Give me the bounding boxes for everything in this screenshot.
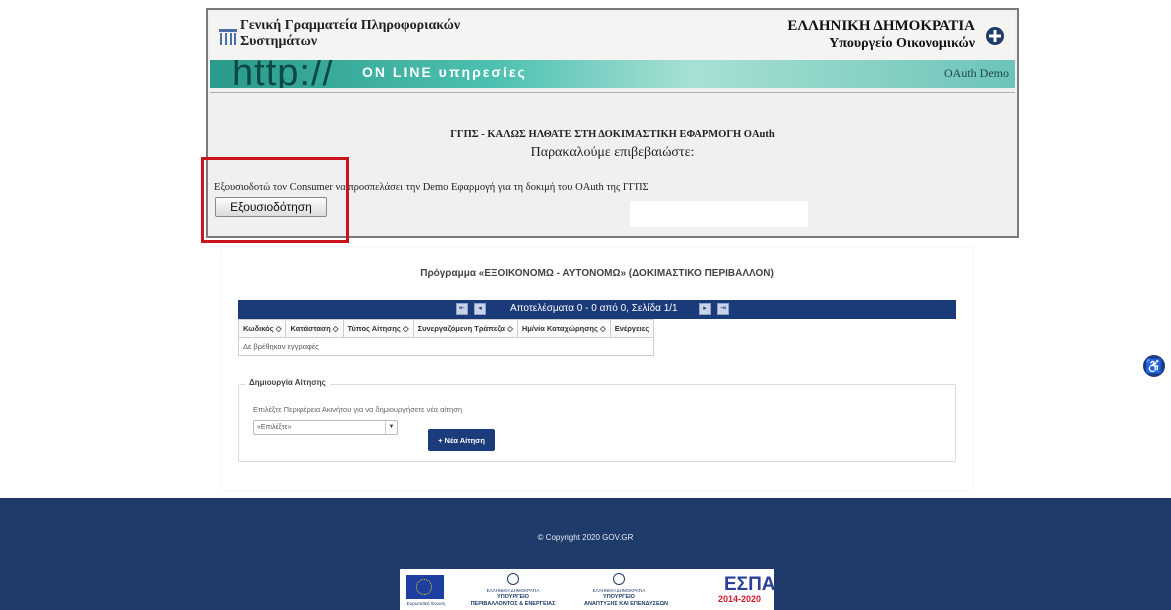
chevron-down-icon: ▼ bbox=[385, 421, 397, 434]
copyright-text: © Copyright 2020 GOV.GR bbox=[537, 533, 634, 542]
ministry-name: Υπουργείο Οικονομικών bbox=[829, 36, 975, 51]
program-title: Πρόγραμμα «ΕΞΟΙΚΟΝΟΜΩ - ΑΥΤΟΝΟΜΩ» (ΔΟΚΙΜ… bbox=[420, 268, 774, 279]
gsis-header: Γενική Γραμματεία Πληροφοριακών Συστημάτ… bbox=[210, 12, 1015, 60]
accessibility-icon[interactable]: ♿ bbox=[1143, 355, 1165, 377]
results-label: Αποτελέσματα 0 - 0 από 0, Σελίδα 1/1 bbox=[510, 303, 678, 314]
pager-prev-icon[interactable]: ◂ bbox=[474, 303, 486, 315]
column-header-bank[interactable]: Συνεργαζόμενη Τράπεζα ◇ bbox=[412, 319, 518, 338]
env-ministry-line2: ΠΕΡΙΒΑΛΛΟΝΤΟΣ & ΕΝΕΡΓΕΙΑΣ bbox=[470, 601, 556, 607]
highlight-annotation bbox=[201, 157, 349, 243]
table-header-row: Κωδικός ◇ Κατάσταση ◇ Τύπος Αίτησης ◇ Συ… bbox=[237, 319, 655, 338]
column-header-code[interactable]: Κωδικός ◇ bbox=[237, 319, 287, 338]
pager-last-icon[interactable]: ⇥ bbox=[717, 303, 729, 315]
main-section: Πρόγραμμα «ΕΞΟΙΚΟΝΟΜΩ - ΑΥΤΟΝΟΜΩ» (ΔΟΚΙΜ… bbox=[222, 248, 972, 490]
espa-logo-text: ΕΣΠΑ bbox=[724, 574, 776, 595]
dev-ministry-line2: ΑΝΑΠΤΥΞΗΣ ΚΑΙ ΕΠΕΝΔΥΣΕΩΝ bbox=[583, 601, 668, 607]
env-ministry-line1: ΥΠΟΥΡΓΕΙΟ bbox=[497, 594, 529, 600]
pager-next-icon[interactable]: ▸ bbox=[699, 303, 711, 315]
table-row: Δε βρέθηκαν εγγραφές bbox=[237, 337, 655, 356]
eu-label: Ευρωπαϊκή Ένωση bbox=[406, 601, 446, 606]
region-select-value: «Επιλέξτε» bbox=[257, 424, 292, 431]
applications-table: Κωδικός ◇ Κατάσταση ◇ Τύπος Αίτησης ◇ Συ… bbox=[237, 319, 655, 356]
org-name: Γενική Γραμματεία Πληροφοριακών Συστημάτ… bbox=[240, 18, 461, 49]
greek-emblem-icon bbox=[613, 573, 625, 585]
column-header-type[interactable]: Τύπος Αίτησης ◇ bbox=[342, 319, 414, 338]
new-request-button[interactable]: + Νέα Αίτηση bbox=[428, 429, 495, 451]
state-title-block: ΕΛΛΗΝΙΚΗ ΔΗΜΟΚΡΑΤΙΑ Υπουργείο Οικονομικώ… bbox=[787, 18, 975, 52]
grid-pager-toolbar: ⇤ ◂ Αποτελέσματα 0 - 0 από 0, Σελίδα 1/1… bbox=[238, 300, 956, 319]
region-hint: Επιλέξτε Περιφέρεια Ακινήτου για να δημι… bbox=[253, 405, 463, 414]
online-services-banner: http:// ON LINE υπηρεσίες OAuth Demo bbox=[210, 60, 1015, 88]
column-header-date[interactable]: Ημ/νία Καταχώρησης ◇ bbox=[516, 319, 611, 338]
create-request-legend: Δημιουργία Αίτησης bbox=[245, 378, 330, 387]
banner-online-text: ON LINE υπηρεσίες bbox=[362, 64, 527, 80]
welcome-title: ΓΓΠΣ - ΚΑΛΩΣ ΗΛΘΑΤΕ ΣΤΗ ΔΟΚΙΜΑΣΤΙΚΗ ΕΦΑΡ… bbox=[450, 129, 775, 140]
create-request-fieldset: Δημιουργία Αίτησης Επιλέξτε Περιφέρεια Α… bbox=[238, 378, 956, 462]
footer: © Copyright 2020 GOV.GR Ευρωπαϊκή Ένωση … bbox=[0, 498, 1171, 610]
pager-first-icon[interactable]: ⇤ bbox=[456, 303, 468, 315]
region-select[interactable]: «Επιλέξτε» ▼ bbox=[253, 420, 398, 435]
banner-http-text: http:// bbox=[232, 60, 335, 88]
blank-box bbox=[630, 201, 808, 227]
state-title: ΕΛΛΗΝΙΚΗ ΔΗΜΟΚΡΑΤΙΑ bbox=[787, 18, 975, 34]
eu-flag-icon bbox=[406, 575, 444, 599]
greek-emblem-icon bbox=[986, 27, 1004, 45]
column-header-actions: Ενέργειες bbox=[609, 319, 655, 338]
greek-emblem-icon bbox=[507, 573, 519, 585]
dev-ministry-state: ΕΛΛΗΝΙΚΗ ΔΗΜΟΚΡΑΤΙΑ bbox=[592, 588, 646, 593]
dev-ministry-line1: ΥΠΟΥΡΓΕΙΟ bbox=[603, 594, 635, 600]
banner-oauth-demo: OAuth Demo bbox=[944, 66, 1009, 80]
espa-years: 2014-2020 bbox=[718, 594, 762, 604]
funding-logos-strip: Ευρωπαϊκή Ένωση ΕΛΛΗΝΙΚΗ ΔΗΜΟΚΡΑΤΙΑ ΥΠΟΥ… bbox=[400, 569, 776, 610]
empty-message: Δε βρέθηκαν εγγραφές bbox=[237, 337, 655, 356]
gsis-logo-icon bbox=[219, 29, 237, 45]
column-header-status[interactable]: Κατάσταση ◇ bbox=[285, 319, 344, 338]
env-ministry-state: ΕΛΛΗΝΙΚΗ ΔΗΜΟΚΡΑΤΙΑ bbox=[486, 588, 540, 593]
